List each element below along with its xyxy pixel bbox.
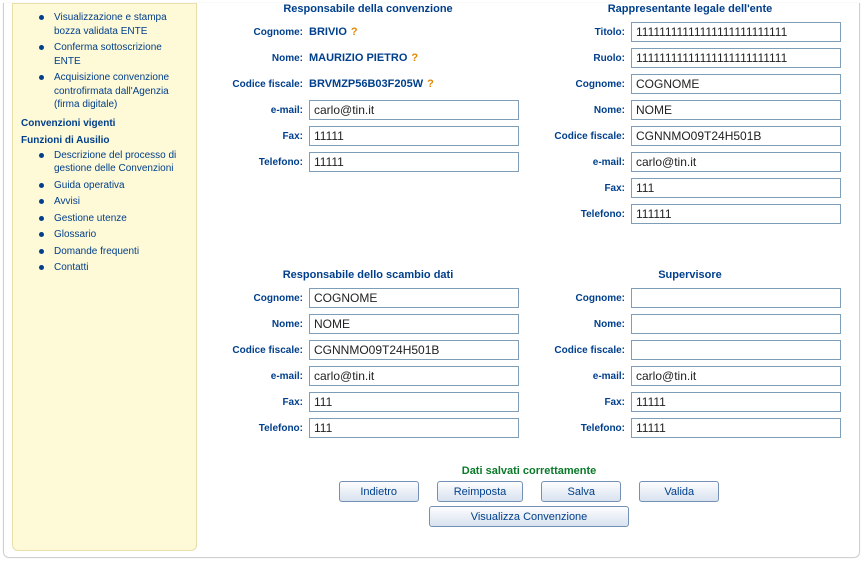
- label-nome: Nome:: [539, 105, 631, 116]
- email-input[interactable]: [309, 366, 519, 386]
- label-nome: Nome:: [217, 53, 309, 64]
- sidebar-item[interactable]: Avvisi: [21, 195, 188, 209]
- sidebar-list-top: Visualizzazione e stampa bozza validata …: [21, 11, 188, 112]
- email-input[interactable]: [631, 366, 841, 386]
- warning-icon[interactable]: ?: [351, 26, 358, 38]
- telefono-input[interactable]: [631, 418, 841, 438]
- section-title: Responsabile dello scambio dati: [217, 269, 519, 281]
- sidebar-item[interactable]: Contatti: [21, 261, 188, 275]
- label-cognome: Cognome:: [217, 27, 309, 38]
- label-telefono: Telefono:: [539, 209, 631, 220]
- ruolo-input[interactable]: [631, 48, 841, 68]
- status-message: Dati salvati correttamente: [217, 465, 841, 477]
- label-telefono: Telefono:: [217, 423, 309, 434]
- codice-fiscale-input[interactable]: [631, 126, 841, 146]
- label-telefono: Telefono:: [539, 423, 631, 434]
- section-rappresentante-legale: Rappresentante legale dell'ente Titolo: …: [539, 3, 841, 229]
- label-cognome: Cognome:: [539, 79, 631, 90]
- visualizza-convenzione-button[interactable]: Visualizza Convenzione: [429, 506, 629, 527]
- telefono-input[interactable]: [631, 204, 841, 224]
- section-title: Supervisore: [539, 269, 841, 281]
- valida-button[interactable]: Valida: [639, 481, 719, 502]
- section-supervisore: Supervisore Cognome: Nome: Codice fiscal…: [539, 269, 841, 443]
- sidebar-item[interactable]: Acquisizione convenzione controfirmata d…: [21, 71, 188, 112]
- label-fax: Fax:: [539, 397, 631, 408]
- buttons-container: Indietro Reimposta Salva Valida Visualiz…: [217, 481, 841, 527]
- codice-fiscale-input[interactable]: [309, 340, 519, 360]
- email-input[interactable]: [309, 100, 519, 120]
- value-nome: MAURIZIO PIETRO ?: [309, 52, 418, 64]
- label-email: e-mail:: [539, 157, 631, 168]
- sidebar-item[interactable]: Gestione utenze: [21, 212, 188, 226]
- salva-button[interactable]: Salva: [541, 481, 621, 502]
- label-nome: Nome:: [539, 319, 631, 330]
- section-title: Responsabile della convenzione: [217, 3, 519, 15]
- nome-input[interactable]: [631, 314, 841, 334]
- label-cognome: Cognome:: [539, 293, 631, 304]
- fax-input[interactable]: [309, 392, 519, 412]
- label-ruolo: Ruolo:: [539, 53, 631, 64]
- section-responsabile-convenzione: Responsabile della convenzione Cognome: …: [217, 3, 519, 229]
- sidebar-heading-funzioni: Funzioni di Ausilio: [21, 135, 188, 146]
- sidebar-item[interactable]: Guida operativa: [21, 179, 188, 193]
- telefono-input[interactable]: [309, 418, 519, 438]
- section-responsabile-scambio: Responsabile dello scambio dati Cognome:…: [217, 269, 519, 443]
- label-telefono: Telefono:: [217, 157, 309, 168]
- fax-input[interactable]: [309, 126, 519, 146]
- fax-input[interactable]: [631, 392, 841, 412]
- sidebar-item[interactable]: Glossario: [21, 228, 188, 242]
- label-email: e-mail:: [539, 371, 631, 382]
- label-fax: Fax:: [539, 183, 631, 194]
- indietro-button[interactable]: Indietro: [339, 481, 419, 502]
- label-cognome: Cognome:: [217, 293, 309, 304]
- label-email: e-mail:: [217, 105, 309, 116]
- label-fax: Fax:: [217, 397, 309, 408]
- label-titolo: Titolo:: [539, 27, 631, 38]
- sidebar-nav: Visualizzazione e stampa bozza validata …: [12, 3, 197, 551]
- fax-input[interactable]: [631, 178, 841, 198]
- value-codice-fiscale: BRVMZP56B03F205W ?: [309, 78, 434, 90]
- value-cognome: BRIVIO ?: [309, 26, 358, 38]
- titolo-input[interactable]: [631, 22, 841, 42]
- sidebar-list-bottom: Descrizione del processo di gestione del…: [21, 149, 188, 275]
- label-codice-fiscale: Codice fiscale:: [539, 345, 631, 356]
- sidebar-heading-convenzioni[interactable]: Convenzioni vigenti: [21, 118, 188, 129]
- nome-input[interactable]: [631, 100, 841, 120]
- sidebar-item[interactable]: Descrizione del processo di gestione del…: [21, 149, 188, 176]
- main-content: Responsabile della convenzione Cognome: …: [197, 3, 851, 551]
- codice-fiscale-input[interactable]: [631, 340, 841, 360]
- nome-input[interactable]: [309, 314, 519, 334]
- label-codice-fiscale: Codice fiscale:: [217, 345, 309, 356]
- warning-icon[interactable]: ?: [427, 78, 434, 90]
- label-nome: Nome:: [217, 319, 309, 330]
- email-input[interactable]: [631, 152, 841, 172]
- telefono-input[interactable]: [309, 152, 519, 172]
- section-title: Rappresentante legale dell'ente: [539, 3, 841, 15]
- sidebar-item[interactable]: Domande frequenti: [21, 245, 188, 259]
- cognome-input[interactable]: [631, 74, 841, 94]
- label-fax: Fax:: [217, 131, 309, 142]
- warning-icon[interactable]: ?: [411, 52, 418, 64]
- sidebar-item[interactable]: Conferma sottoscrizione ENTE: [21, 41, 188, 68]
- label-codice-fiscale: Codice fiscale:: [539, 131, 631, 142]
- cognome-input[interactable]: [309, 288, 519, 308]
- reimposta-button[interactable]: Reimposta: [437, 481, 524, 502]
- label-email: e-mail:: [217, 371, 309, 382]
- sidebar-item[interactable]: Visualizzazione e stampa bozza validata …: [21, 11, 188, 38]
- cognome-input[interactable]: [631, 288, 841, 308]
- label-codice-fiscale: Codice fiscale:: [217, 79, 309, 90]
